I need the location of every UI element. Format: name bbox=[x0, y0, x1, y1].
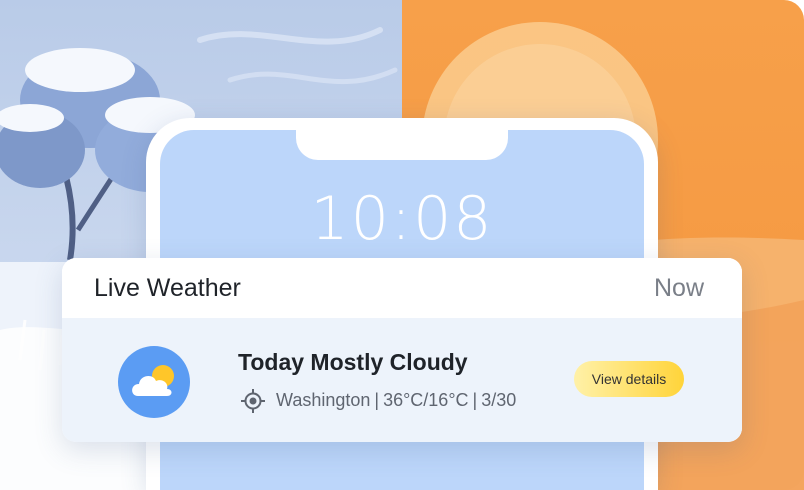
forecast-meta: Washington | 36°C/16°C | 3/30 bbox=[276, 390, 516, 411]
location-target-icon bbox=[240, 388, 266, 414]
card-body: Today Mostly Cloudy Washington | 36°C/16°C… bbox=[62, 318, 742, 442]
partly-cloudy-icon bbox=[118, 346, 190, 418]
card-title: Live Weather bbox=[94, 274, 241, 302]
forecast-headline: Today Mostly Cloudy bbox=[238, 349, 468, 375]
separator: | bbox=[472, 390, 478, 410]
lock-screen-clock: 10:08 bbox=[310, 184, 494, 254]
forecast-date: 3/30 bbox=[481, 390, 517, 410]
card-header: Live Weather Now bbox=[62, 258, 742, 318]
card-timestamp: Now bbox=[653, 274, 704, 302]
location-name: Washington bbox=[276, 390, 371, 410]
phone-notch bbox=[296, 130, 508, 160]
separator: | bbox=[374, 390, 380, 410]
temperature-range: 36°C/16°C bbox=[383, 390, 469, 410]
weather-notification-card[interactable]: Live Weather Now Today Mostly Cloudy Was… bbox=[62, 258, 742, 442]
view-details-button[interactable]: View details bbox=[574, 361, 684, 397]
